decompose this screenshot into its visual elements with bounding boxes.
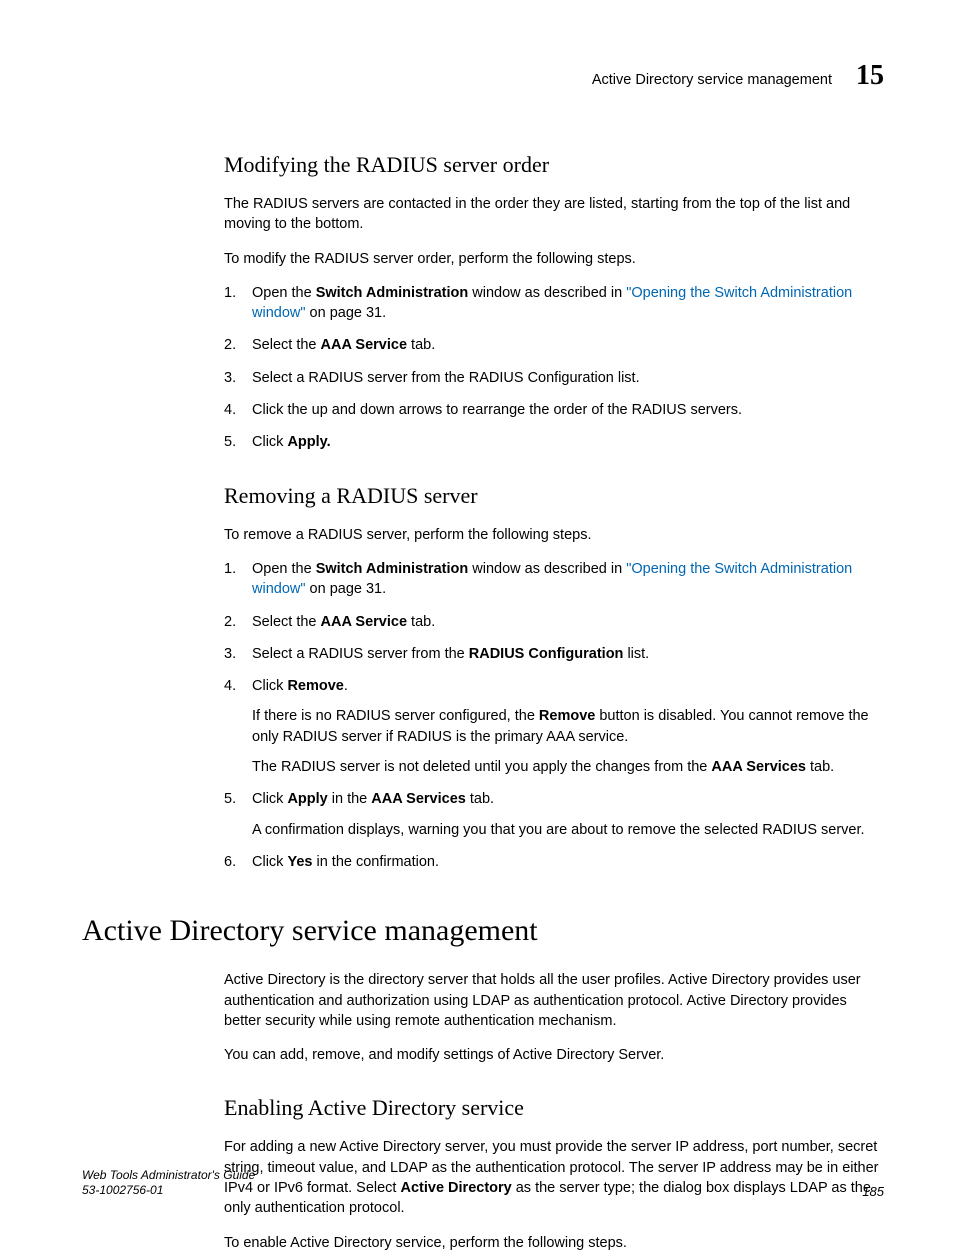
step-item: Click Yes in the confirmation. (224, 852, 884, 872)
page-header: Active Directory service management 15 (82, 60, 884, 92)
body-text: You can add, remove, and modify settings… (224, 1045, 884, 1065)
step-item: Select the AAA Service tab. (224, 335, 884, 355)
step-list: Open the Switch Administration window as… (224, 559, 884, 872)
footer-guide-title: Web Tools Administrator's Guide (82, 1168, 255, 1184)
step-note: If there is no RADIUS server configured,… (252, 706, 884, 747)
section-heading-remove-radius: Removing a RADIUS server (224, 483, 884, 509)
footer-left: Web Tools Administrator's Guide 53-10027… (82, 1168, 255, 1199)
step-item: Select a RADIUS server from the RADIUS C… (224, 644, 884, 664)
step-note: The RADIUS server is not deleted until y… (252, 757, 884, 777)
step-item: Click the up and down arrows to rearrang… (224, 400, 884, 420)
step-note: A confirmation displays, warning you tha… (252, 820, 884, 840)
body-text: To remove a RADIUS server, perform the f… (224, 525, 884, 545)
step-item: Click Apply. (224, 432, 884, 452)
main-heading-active-directory: Active Directory service management (82, 914, 884, 948)
section-heading-modify-radius: Modifying the RADIUS server order (224, 152, 884, 178)
step-item: Open the Switch Administration window as… (224, 283, 884, 324)
body-text: Active Directory is the directory server… (224, 970, 884, 1031)
step-item: Open the Switch Administration window as… (224, 559, 884, 600)
body-text: The RADIUS servers are contacted in the … (224, 194, 884, 235)
step-item: Click Remove. If there is no RADIUS serv… (224, 676, 884, 777)
chapter-number: 15 (856, 60, 884, 92)
header-title: Active Directory service management (592, 72, 832, 88)
footer-doc-number: 53-1002756-01 (82, 1183, 255, 1199)
body-text: To enable Active Directory service, perf… (224, 1233, 884, 1253)
step-item: Click Apply in the AAA Services tab. A c… (224, 789, 884, 840)
page-footer: Web Tools Administrator's Guide 53-10027… (82, 1168, 884, 1199)
body-text: To modify the RADIUS server order, perfo… (224, 249, 884, 269)
step-item: Select a RADIUS server from the RADIUS C… (224, 368, 884, 388)
step-list: Open the Switch Administration window as… (224, 283, 884, 453)
step-item: Select the AAA Service tab. (224, 612, 884, 632)
section-heading-enable-ad: Enabling Active Directory service (224, 1095, 884, 1121)
footer-page-number: 185 (862, 1184, 884, 1199)
